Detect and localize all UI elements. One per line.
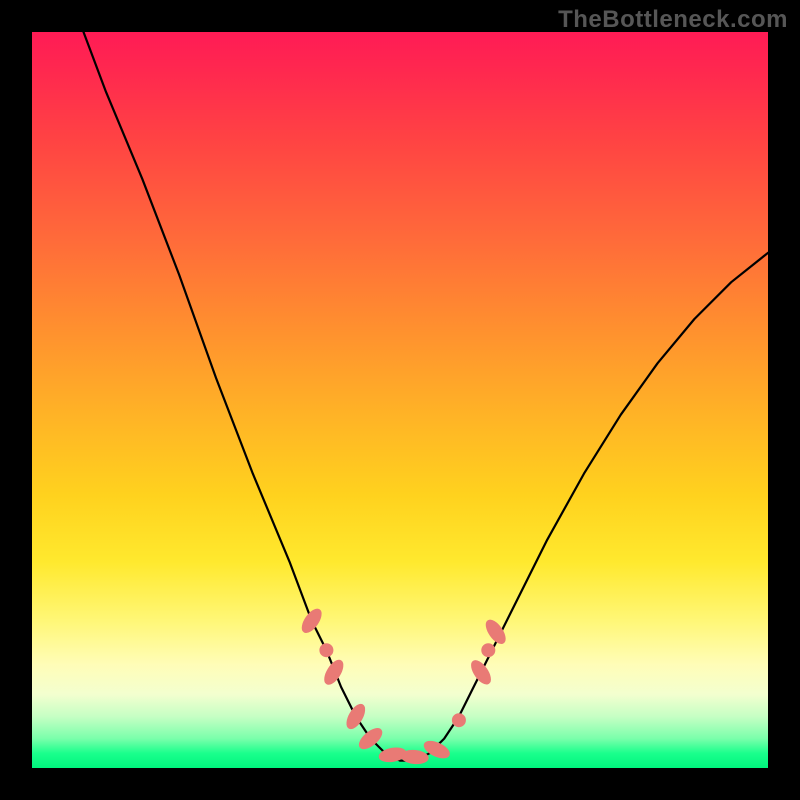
curve-marker	[322, 658, 346, 686]
watermark-label: TheBottleneck.com	[558, 6, 788, 34]
curve-marker	[401, 750, 428, 764]
curve-marker	[453, 714, 465, 726]
curve-marker	[482, 644, 494, 656]
curve-marker	[320, 644, 332, 656]
plot-area	[32, 32, 768, 768]
curve-marker	[344, 702, 367, 731]
curve-marker	[483, 618, 508, 646]
markers-layer	[299, 607, 508, 764]
curve-layer	[32, 32, 768, 768]
bottleneck-curve	[84, 32, 769, 761]
chart-frame: TheBottleneck.com	[0, 0, 800, 800]
curve-marker	[299, 607, 324, 635]
curve-marker	[469, 658, 494, 686]
